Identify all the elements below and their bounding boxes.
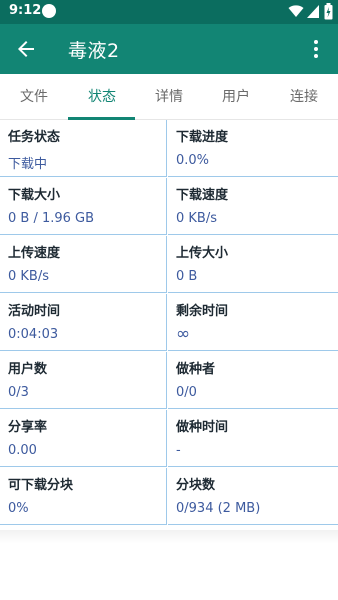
- notification-dot-icon: [42, 4, 56, 18]
- tab-status[interactable]: 状态: [68, 74, 136, 120]
- stat-value: 0.0%: [176, 153, 210, 168]
- stat-remaining-time: 剩余时间 ∞: [168, 294, 338, 351]
- back-arrow-icon[interactable]: [14, 37, 38, 61]
- stat-share-ratio: 分享率 0.00: [0, 410, 167, 467]
- more-options-icon[interactable]: [304, 37, 328, 61]
- stat-task-status: 任务状态 下载中: [0, 120, 167, 177]
- stat-label: 活动时间: [8, 304, 61, 319]
- stat-value: 0:04:03: [8, 327, 59, 342]
- stat-download-speed: 下载速度 0 KB/s: [168, 178, 338, 235]
- stat-value: 0/934 (2 MB): [176, 501, 261, 516]
- stat-available-pieces: 可下载分块 0%: [0, 468, 167, 525]
- stat-value: 0%: [8, 501, 29, 516]
- stat-value: 0 B / 1.96 GB: [8, 211, 95, 226]
- stat-label: 上传速度: [8, 246, 61, 261]
- stat-label: 分享率: [8, 420, 48, 435]
- stat-label: 可下载分块: [8, 478, 74, 493]
- stat-value: 0 KB/s: [8, 269, 49, 284]
- stat-upload-size: 上传大小 0 B: [168, 236, 338, 293]
- battery-icon: [324, 3, 333, 20]
- stat-download-size: 下载大小 0 B / 1.96 GB: [0, 178, 167, 235]
- app-bar: 毒液2: [0, 24, 338, 74]
- wifi-icon: [288, 5, 304, 17]
- page-title: 毒液2: [68, 40, 120, 62]
- stat-upload-speed: 上传速度 0 KB/s: [0, 236, 167, 293]
- status-bar: 9:12: [0, 0, 338, 24]
- content-bottom-shadow: [0, 530, 338, 544]
- status-time: 9:12: [9, 3, 42, 18]
- stat-active-time: 活动时间 0:04:03: [0, 294, 167, 351]
- stat-value: 0 KB/s: [176, 211, 217, 226]
- stat-download-progress: 下载进度 0.0%: [168, 120, 338, 177]
- stat-label: 分块数: [176, 478, 216, 493]
- stat-value: ∞: [176, 324, 191, 344]
- signal-icon: [307, 5, 319, 18]
- stat-label: 下载进度: [176, 130, 229, 145]
- stat-pieces: 分块数 0/934 (2 MB): [168, 468, 338, 525]
- stat-value: 0 B: [176, 269, 198, 284]
- stat-label: 上传大小: [176, 246, 229, 261]
- stat-label: 用户数: [8, 362, 48, 377]
- tab-peers[interactable]: 用户: [202, 74, 270, 120]
- stat-label: 做种时间: [176, 420, 229, 435]
- stat-label: 剩余时间: [176, 304, 229, 319]
- stat-seeders: 做种者 0/0: [168, 352, 338, 409]
- stat-value: 0/0: [176, 385, 197, 400]
- stat-value: 0.00: [8, 443, 37, 458]
- stat-value: 下载中: [8, 157, 48, 172]
- stat-value: -: [176, 443, 181, 458]
- stat-value: 0/3: [8, 385, 29, 400]
- stat-label: 任务状态: [8, 130, 61, 145]
- stat-label: 下载大小: [8, 188, 61, 203]
- tab-details[interactable]: 详情: [135, 74, 203, 120]
- stat-peers: 用户数 0/3: [0, 352, 167, 409]
- tab-connections[interactable]: 连接: [270, 74, 338, 120]
- tab-files[interactable]: 文件: [0, 74, 68, 120]
- tab-bar: 文件 状态 详情 用户 连接: [0, 74, 338, 120]
- stat-label: 做种者: [176, 362, 216, 377]
- stat-seeding-time: 做种时间 -: [168, 410, 338, 467]
- stat-label: 下载速度: [176, 188, 229, 203]
